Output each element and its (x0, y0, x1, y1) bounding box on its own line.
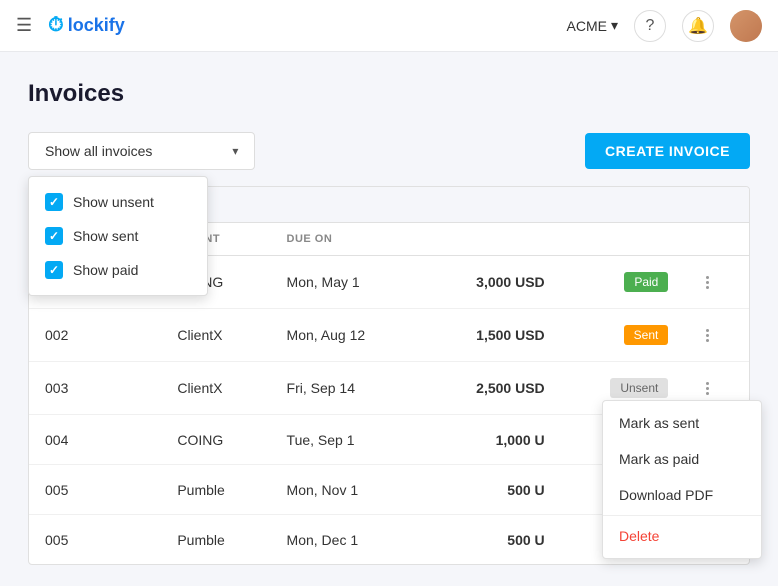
dot (706, 276, 709, 279)
paid-label: Show paid (73, 262, 138, 278)
page-title: Invoices (28, 80, 750, 108)
workspace-selector[interactable]: ACME ▾ (567, 17, 618, 34)
context-download-pdf[interactable]: Download PDF (603, 477, 761, 513)
workspace-name: ACME (567, 18, 607, 34)
context-divider (603, 515, 761, 516)
filter-button[interactable]: Show all invoices ▾ (28, 132, 255, 170)
more-options-button[interactable] (700, 327, 715, 344)
cell-client: COING (161, 415, 270, 465)
status-badge: Paid (624, 272, 668, 292)
logo: ⏱ lockify (48, 14, 125, 37)
context-mark-as-paid[interactable]: Mark as paid (603, 441, 761, 477)
dot (706, 281, 709, 284)
cell-due: Mon, May 1 (271, 256, 423, 309)
help-button[interactable]: ? (634, 10, 666, 42)
create-invoice-button[interactable]: CREATE INVOICE (585, 133, 750, 169)
bell-icon: 🔔 (688, 16, 708, 36)
cell-amount: 500 U (423, 515, 561, 565)
col-amount (423, 223, 561, 256)
sent-checkbox[interactable]: ✓ (45, 227, 63, 245)
check-icon: ✓ (49, 229, 59, 243)
more-options-button[interactable] (700, 380, 715, 397)
cell-amount: 1,500 USD (423, 309, 561, 362)
check-icon: ✓ (49, 195, 59, 209)
context-menu: Mark as sent Mark as paid Download PDF D… (602, 400, 762, 559)
cell-amount: 2,500 USD (423, 362, 561, 415)
cell-actions (684, 256, 749, 309)
cell-due: Fri, Sep 14 (271, 362, 423, 415)
cell-invoice-id: 005 (29, 515, 161, 565)
dot (706, 382, 709, 385)
dot (706, 334, 709, 337)
dot (706, 286, 709, 289)
logo-text: lockify (68, 15, 125, 36)
dot (706, 392, 709, 395)
user-avatar[interactable] (730, 10, 762, 42)
avatar-image (730, 10, 762, 42)
paid-checkbox[interactable]: ✓ (45, 261, 63, 279)
cell-client: Pumble (161, 465, 270, 515)
table-row: 002 ClientX Mon, Aug 12 1,500 USD Sent (29, 309, 749, 362)
more-options-button[interactable] (700, 274, 715, 291)
filter-dropdown-menu: ✓ Show unsent ✓ Show sent ✓ Show paid (28, 176, 208, 296)
cell-amount: 500 U (423, 465, 561, 515)
notifications-button[interactable]: 🔔 (682, 10, 714, 42)
unsent-label: Show unsent (73, 194, 154, 210)
col-actions (684, 223, 749, 256)
unsent-checkbox[interactable]: ✓ (45, 193, 63, 211)
cell-amount: 1,000 U (423, 415, 561, 465)
cell-invoice-id: 002 (29, 309, 161, 362)
dot (706, 339, 709, 342)
cell-status: Paid (561, 256, 685, 309)
top-bar: Show all invoices ▾ ✓ Show unsent ✓ Show… (28, 132, 750, 170)
cell-invoice-id: 005 (29, 465, 161, 515)
dot (706, 387, 709, 390)
filter-label: Show all invoices (45, 143, 152, 159)
col-due-on: DUE ON (271, 223, 423, 256)
context-delete[interactable]: Delete (603, 518, 761, 554)
filter-option-unsent[interactable]: ✓ Show unsent (29, 185, 207, 219)
hamburger-icon[interactable]: ☰ (16, 15, 32, 36)
cell-actions (684, 309, 749, 362)
filter-option-paid[interactable]: ✓ Show paid (29, 253, 207, 287)
col-status (561, 223, 685, 256)
cell-status: Sent (561, 309, 685, 362)
cell-client: ClientX (161, 362, 270, 415)
cell-due: Mon, Nov 1 (271, 465, 423, 515)
status-badge: Unsent (610, 378, 668, 398)
cell-due: Mon, Aug 12 (271, 309, 423, 362)
cell-due: Mon, Dec 1 (271, 515, 423, 565)
sent-label: Show sent (73, 228, 138, 244)
cell-client: ClientX (161, 309, 270, 362)
cell-due: Tue, Sep 1 (271, 415, 423, 465)
logo-clock-icon: ⏱ (48, 14, 64, 37)
filter-dropdown: Show all invoices ▾ ✓ Show unsent ✓ Show… (28, 132, 255, 170)
check-icon: ✓ (49, 263, 59, 277)
filter-chevron-icon: ▾ (232, 144, 238, 158)
filter-option-sent[interactable]: ✓ Show sent (29, 219, 207, 253)
help-icon: ? (646, 17, 655, 35)
status-badge: Sent (624, 325, 669, 345)
dot (706, 329, 709, 332)
cell-invoice-id: 003 (29, 362, 161, 415)
app-header: ☰ ⏱ lockify ACME ▾ ? 🔔 (0, 0, 778, 52)
header-right: ACME ▾ ? 🔔 (567, 10, 762, 42)
workspace-chevron-icon: ▾ (611, 17, 618, 34)
cell-amount: 3,000 USD (423, 256, 561, 309)
context-mark-as-sent[interactable]: Mark as sent (603, 405, 761, 441)
cell-client: Pumble (161, 515, 270, 565)
header-left: ☰ ⏱ lockify (16, 14, 125, 37)
cell-invoice-id: 004 (29, 415, 161, 465)
